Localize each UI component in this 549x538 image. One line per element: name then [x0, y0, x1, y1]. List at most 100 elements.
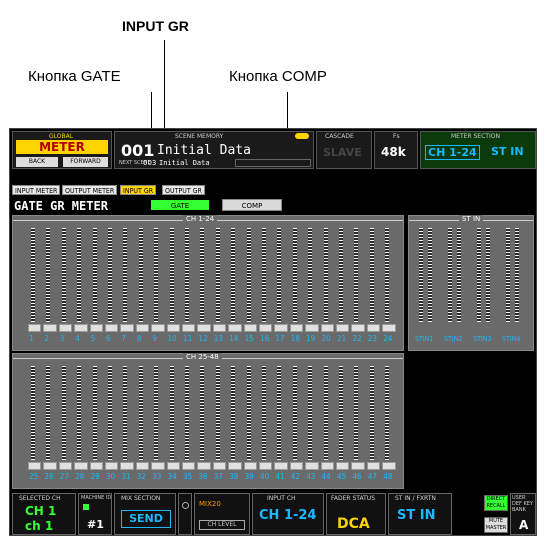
gr-meter: [277, 228, 282, 322]
channel-number[interactable]: 13: [214, 334, 223, 344]
tab-input-gr[interactable]: INPUT GR: [120, 185, 157, 195]
st-in-panel: ST IN STIN1 STIN2 STIN3 STIN4: [408, 215, 534, 351]
global-mode-box: GLOBAL METER BACK FORWARD: [12, 131, 112, 169]
channel-number[interactable]: 35: [183, 472, 192, 482]
channel-number[interactable]: 25: [29, 472, 38, 482]
channel-number[interactable]: 48: [383, 472, 392, 482]
channel-number[interactable]: 28: [75, 472, 84, 482]
gr-meter: [200, 366, 205, 460]
channel-number[interactable]: 4: [75, 334, 80, 344]
channel-number[interactable]: 10: [168, 334, 177, 344]
channel-number[interactable]: 31: [121, 472, 130, 482]
global-label: GLOBAL: [49, 133, 74, 140]
gr-meter: [154, 366, 159, 460]
channel-number[interactable]: 22: [352, 334, 361, 344]
channel-number[interactable]: 1: [29, 334, 34, 344]
mix-selector[interactable]: [178, 493, 192, 535]
channel-peak-box: [382, 462, 396, 470]
channel-number[interactable]: 42: [291, 472, 300, 482]
channel-number[interactable]: 2: [44, 334, 49, 344]
st-channel-label[interactable]: STIN4: [502, 334, 520, 344]
channel-peak-box: [197, 324, 211, 332]
channel-number[interactable]: 15: [245, 334, 254, 344]
mode-display[interactable]: METER: [16, 140, 108, 154]
meter-section-ch-button[interactable]: CH 1-24: [425, 145, 480, 160]
channel-number[interactable]: 40: [260, 472, 269, 482]
channel-number[interactable]: 34: [168, 472, 177, 482]
channel-number[interactable]: 12: [198, 334, 207, 344]
channel-number[interactable]: 26: [44, 472, 53, 482]
st-channel-label[interactable]: STIN1: [415, 334, 433, 344]
mix-section-send[interactable]: SEND: [121, 510, 171, 528]
channel-number[interactable]: 37: [214, 472, 223, 482]
mute-master-label: MUTE MASTER: [485, 518, 507, 531]
section-ch25-48-label: CH 25-48: [183, 353, 222, 361]
channel-number[interactable]: 8: [137, 334, 142, 344]
channel-number[interactable]: 32: [137, 472, 146, 482]
channel-peak-box: [366, 462, 381, 470]
mute-master-button[interactable]: MUTE MASTER: [484, 517, 508, 533]
channel-number[interactable]: 3: [60, 334, 65, 344]
gr-meter: [323, 228, 328, 322]
channel-peak-box: [43, 462, 57, 470]
channel-number[interactable]: 39: [245, 472, 254, 482]
gr-meter: [46, 366, 51, 460]
channel-number[interactable]: 7: [121, 334, 126, 344]
channel-number[interactable]: 30: [106, 472, 115, 482]
channel-number[interactable]: 45: [337, 472, 346, 482]
channel-peak-box: [89, 462, 103, 470]
channel-number[interactable]: 46: [352, 472, 361, 482]
ch-level-button[interactable]: CH LEVEL: [199, 520, 245, 530]
channel-number[interactable]: 5: [91, 334, 96, 344]
gr-meter: [292, 228, 297, 322]
input-ch-button[interactable]: CH 1-24: [259, 508, 316, 523]
channel-number[interactable]: 44: [322, 472, 331, 482]
machine-id-box: MACHINE ID #1: [78, 493, 112, 535]
knob-icon: [182, 502, 189, 509]
channel-number[interactable]: 6: [106, 334, 111, 344]
stin-button[interactable]: ST IN: [397, 508, 435, 523]
annotation-input-gr: INPUT GR: [122, 18, 189, 34]
channel-number[interactable]: 29: [91, 472, 100, 482]
channel-number[interactable]: 27: [60, 472, 69, 482]
channel-number[interactable]: 21: [337, 334, 346, 344]
channel-number[interactable]: 20: [322, 334, 331, 344]
channel-number[interactable]: 41: [275, 472, 284, 482]
st-channel-label[interactable]: STIN2: [444, 334, 462, 344]
machine-led-icon: [83, 504, 89, 510]
channel-number[interactable]: 14: [229, 334, 238, 344]
channel-number[interactable]: 43: [306, 472, 315, 482]
gr-meter: [185, 366, 189, 460]
gr-meter: [486, 228, 490, 322]
tab-input-meter[interactable]: INPUT METER: [12, 185, 61, 195]
channel-number[interactable]: 19: [306, 334, 315, 344]
direct-recall-button[interactable]: DIRECT RECALL: [484, 495, 508, 511]
channel-peak-box: [305, 324, 319, 332]
channel-number[interactable]: 38: [229, 472, 238, 482]
channel-peak-box: [289, 324, 304, 332]
tab-output-meter[interactable]: OUTPUT METER: [62, 185, 118, 195]
channel-number[interactable]: 36: [198, 472, 207, 482]
channel-number[interactable]: 47: [368, 472, 377, 482]
channel-number[interactable]: 9: [152, 334, 157, 344]
channel-peak-box: [135, 324, 150, 332]
back-button[interactable]: BACK: [16, 157, 58, 167]
channel-number[interactable]: 16: [260, 334, 269, 344]
channel-number[interactable]: 17: [275, 334, 284, 344]
scene-memory-box[interactable]: SCENE MEMORY 001 Initial Data NEXT SCENE…: [114, 131, 314, 169]
channel-number[interactable]: 24: [383, 334, 392, 344]
gate-button[interactable]: GATE: [150, 199, 210, 211]
channel-number[interactable]: 11: [183, 334, 192, 344]
channel-number[interactable]: 18: [291, 334, 300, 344]
tab-output-gr[interactable]: OUTPUT GR: [162, 185, 205, 195]
comp-button[interactable]: COMP: [222, 199, 282, 211]
channel-number[interactable]: 33: [152, 472, 161, 482]
scene-progress: [235, 159, 311, 167]
channel-number[interactable]: 23: [368, 334, 377, 344]
gr-meter: [231, 228, 236, 322]
gr-meter: [31, 366, 35, 460]
gr-meter: [308, 228, 313, 322]
meter-section-st-button[interactable]: ST IN: [491, 145, 524, 158]
st-channel-label[interactable]: STIN3: [473, 334, 491, 344]
forward-button[interactable]: FORWARD: [63, 157, 108, 167]
